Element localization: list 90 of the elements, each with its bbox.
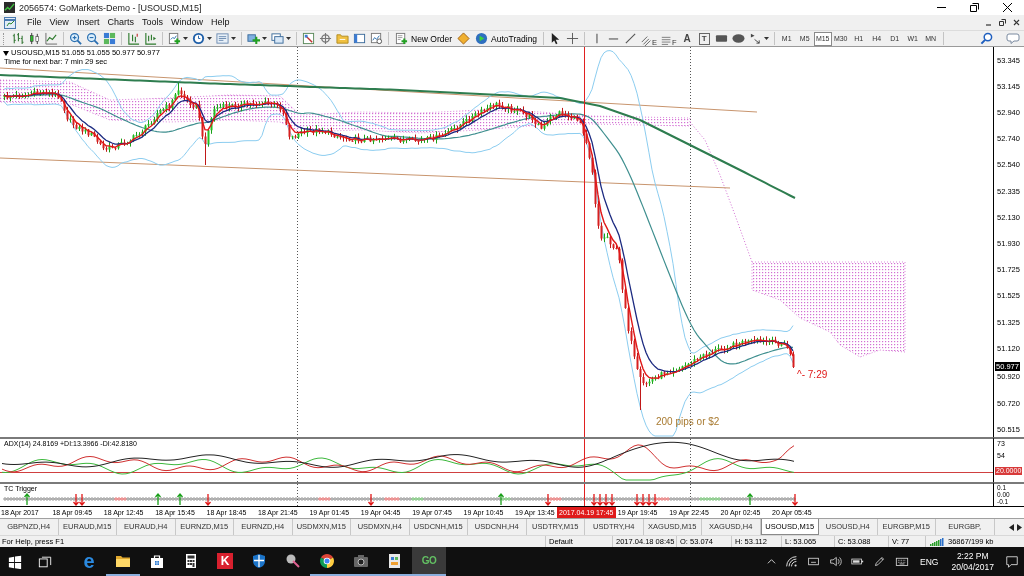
taskbar-button[interactable]: GO [412, 547, 446, 576]
zoom-in-icon[interactable] [69, 32, 82, 45]
ring-logo-icon [319, 552, 335, 569]
close-icon[interactable] [1003, 3, 1012, 12]
up-arrow-icon [176, 493, 184, 506]
text-label-tool[interactable]: T [698, 32, 710, 45]
menu-item[interactable]: File [23, 16, 46, 29]
caret-icon[interactable] [231, 37, 236, 40]
document-icon [387, 552, 403, 569]
menu-item[interactable]: Tools [137, 16, 167, 29]
battery-icon[interactable] [851, 555, 865, 568]
scroll-left-icon[interactable] [1009, 523, 1014, 531]
connection-bars-icon [929, 537, 945, 546]
down-arrow-icon [204, 493, 212, 506]
task-view-icon[interactable] [38, 554, 52, 569]
ellipse-icon[interactable] [731, 32, 745, 45]
menu-item[interactable]: Insert [72, 16, 104, 29]
chart-annotation: 200 pips or $2 [656, 416, 720, 428]
panel-icon[interactable] [353, 32, 366, 45]
crosshair-line [584, 484, 585, 506]
play-circle-icon [475, 32, 489, 45]
clock-icon[interactable] [192, 32, 205, 45]
shield-icon [251, 552, 267, 569]
up-arrow-icon [746, 493, 754, 506]
chart-shift-icon[interactable] [127, 32, 140, 45]
letter-logo: K [217, 552, 233, 569]
window-stack-icon[interactable] [271, 32, 284, 45]
caret-icon[interactable] [286, 37, 291, 40]
arrows-icon[interactable] [748, 32, 762, 45]
trendline-icon[interactable] [624, 32, 638, 45]
crosshair-icon[interactable] [566, 32, 580, 45]
down-arrow-icon [544, 493, 552, 506]
app-icon [4, 2, 15, 13]
auto-scroll-icon[interactable] [144, 32, 157, 45]
chart-annotation: ^- 7:29 [797, 369, 828, 381]
menu-item[interactable]: Window [166, 16, 207, 29]
taskbar-button[interactable]: e [72, 547, 106, 576]
down-arrow-icon [367, 493, 375, 506]
document-plus-icon [395, 32, 408, 45]
clock-button[interactable]: 2:22 PM 20/04/2017 [949, 550, 996, 573]
speaker-icon[interactable] [829, 555, 843, 568]
taskbar-button[interactable]: K [208, 547, 242, 576]
parallel-lines-icon [661, 34, 673, 46]
down-arrow-icon [791, 493, 799, 506]
rectangle-icon[interactable] [714, 32, 728, 45]
window-title: 2056574: GoMarkets-Demo - [USOUSD,M15] [19, 2, 202, 13]
up-arrow-icon [23, 493, 31, 506]
line-chart-icon[interactable] [45, 32, 58, 45]
channel-icon [641, 34, 653, 46]
display-icon[interactable] [807, 555, 821, 568]
windows-logo-icon[interactable] [8, 554, 22, 569]
chart-window-icon[interactable] [4, 16, 16, 29]
letter-logo: e [83, 551, 95, 570]
bar-chart-icon[interactable] [11, 32, 24, 45]
crosshair-line [584, 439, 585, 482]
search-icon[interactable] [980, 32, 993, 45]
notification-icon[interactable] [1005, 554, 1019, 569]
language-indicator[interactable]: ENG [920, 556, 939, 567]
navigator-icon[interactable] [302, 32, 315, 45]
zoom-out-icon[interactable] [86, 32, 99, 45]
scroll-right-icon[interactable] [1017, 523, 1022, 531]
new-chart-icon[interactable] [168, 32, 181, 45]
close-icon[interactable] [1013, 19, 1020, 26]
up-arrow-icon [497, 493, 505, 506]
caret-icon[interactable] [207, 37, 212, 40]
menu-item[interactable]: View [45, 16, 73, 29]
autotrading-button[interactable]: AutoTrading [472, 31, 541, 46]
collapse-triangle-icon[interactable] [3, 51, 9, 56]
candlestick-icon[interactable] [28, 32, 41, 45]
tile-windows-icon[interactable] [103, 32, 116, 45]
shopping-bag-icon [149, 552, 165, 569]
caret-icon[interactable] [763, 37, 769, 40]
magnifier-icon [285, 552, 301, 569]
letter-logo: GO [421, 553, 437, 568]
up-arrow-icon [154, 493, 162, 506]
caret-icon[interactable] [262, 37, 267, 40]
target-icon[interactable] [319, 32, 332, 45]
pen-icon[interactable] [873, 555, 887, 568]
text-tool[interactable]: A [680, 32, 694, 45]
calculator-icon [183, 552, 199, 569]
restore-icon[interactable] [999, 19, 1006, 26]
restore-icon[interactable] [970, 3, 979, 12]
tester-icon[interactable] [370, 32, 383, 45]
menu-item[interactable]: Help [206, 16, 234, 29]
keyboard-icon[interactable] [895, 555, 910, 568]
network-icon[interactable] [785, 555, 799, 568]
caret-icon[interactable] [183, 37, 188, 40]
menu-item[interactable]: Charts [103, 16, 138, 29]
new-order-button[interactable]: New Order [392, 31, 456, 46]
camera-icon [353, 552, 369, 569]
